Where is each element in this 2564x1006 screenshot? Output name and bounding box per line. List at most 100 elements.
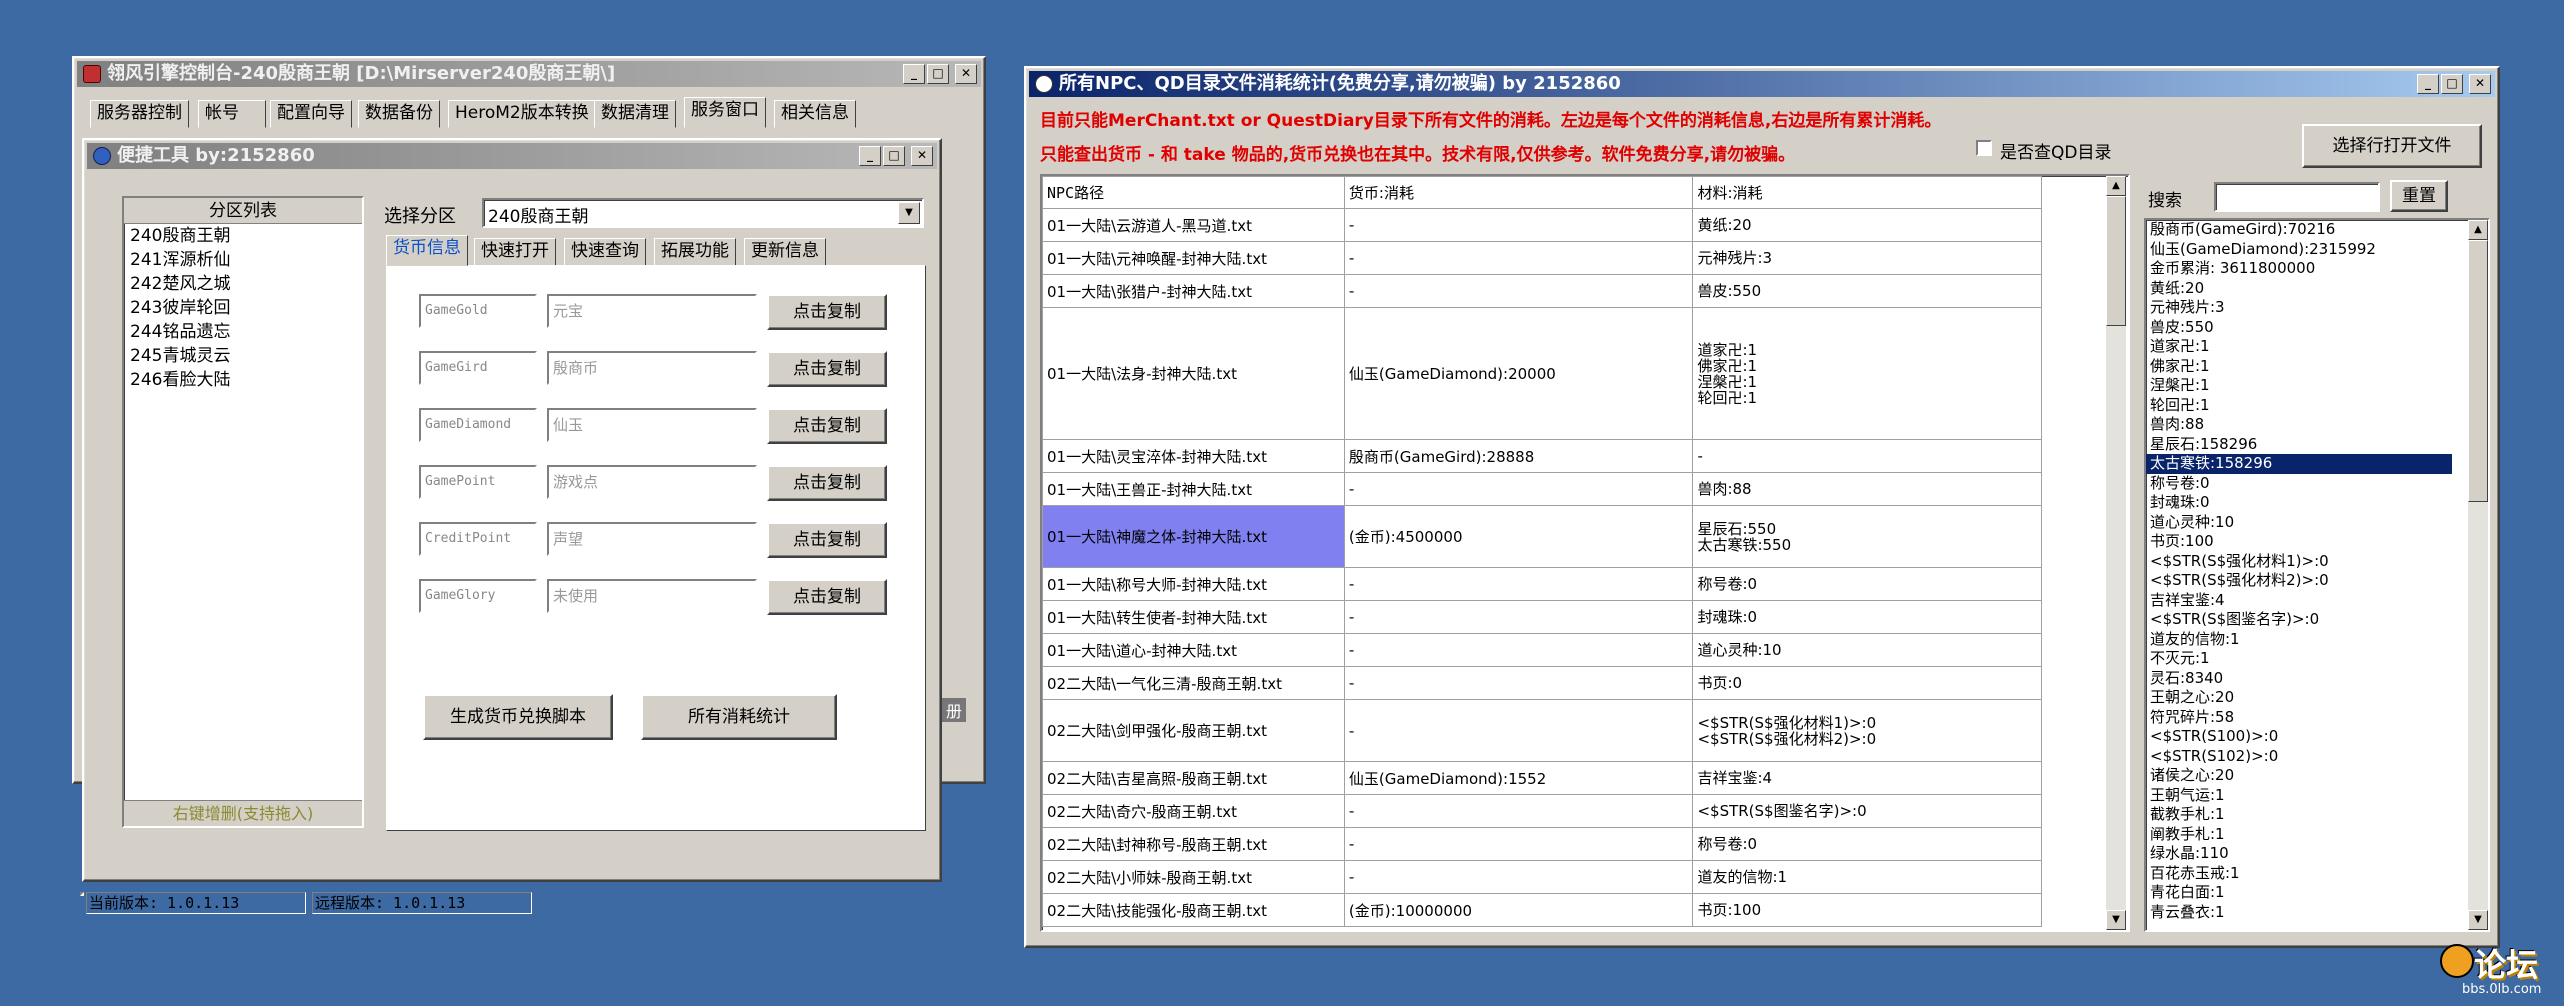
cell-currency[interactable]: (金币):10000000 bbox=[1343, 893, 1694, 927]
totals-item[interactable]: 称号卷:0 bbox=[2146, 474, 2452, 494]
totals-item[interactable]: 星辰石:158296 bbox=[2146, 435, 2452, 455]
tab-server-control[interactable]: 服务器控制 bbox=[90, 100, 189, 128]
stats-titlebar[interactable]: 所有NPC、QD目录文件消耗统计(免费分享,请勿被骗) by 2152860 _… bbox=[1029, 71, 2495, 97]
cell-currency[interactable]: - bbox=[1343, 600, 1694, 634]
copy-button[interactable]: 点击复制 bbox=[767, 579, 887, 615]
scroll-thumb[interactable] bbox=[2106, 196, 2126, 326]
cell-currency[interactable]: (金币):4500000 bbox=[1343, 505, 1694, 568]
totals-item[interactable]: <$STR(S$强化材料1)>:0 bbox=[2146, 552, 2452, 572]
currency-name-field[interactable]: 殷商币 bbox=[547, 351, 757, 385]
cell-material[interactable]: 星辰石:550 太古寒铁:550 bbox=[1692, 505, 2042, 568]
totals-item[interactable]: 百花赤玉戒:1 bbox=[2146, 864, 2452, 884]
cell-currency[interactable]: - bbox=[1343, 472, 1694, 506]
cell-material[interactable]: 兽皮:550 bbox=[1692, 274, 2042, 308]
cell-path[interactable]: 01一大陆\称号大师-封神大陆.txt bbox=[1042, 567, 1345, 601]
totals-item[interactable]: <$STR(S100)>:0 bbox=[2146, 727, 2452, 747]
maximize-icon[interactable]: □ bbox=[2441, 74, 2463, 94]
cell-path[interactable]: 01一大陆\云游道人-黑马道.txt bbox=[1042, 208, 1345, 242]
cell-currency[interactable]: - bbox=[1343, 241, 1694, 275]
partition-item[interactable]: 246看脸大陆 bbox=[124, 368, 362, 392]
table-row[interactable]: 01一大陆\转生使者-封神大陆.txt - 封魂珠:0 bbox=[1042, 600, 2042, 634]
currency-name-field[interactable]: 仙玉 bbox=[547, 408, 757, 442]
minimize-icon[interactable]: _ bbox=[2417, 74, 2439, 94]
totals-item[interactable]: 青花白面:1 bbox=[2146, 883, 2452, 903]
table-row[interactable]: 01一大陆\神魔之体-封神大陆.txt (金币):4500000 星辰石:550 太… bbox=[1042, 505, 2042, 568]
minimize-icon[interactable]: _ bbox=[903, 64, 925, 84]
partition-item[interactable]: 245青城灵云 bbox=[124, 344, 362, 368]
totals-item[interactable]: 殷商币(GameGird):70216 bbox=[2146, 220, 2452, 240]
cell-material[interactable]: 吉祥宝鉴:4 bbox=[1692, 761, 2042, 795]
totals-item[interactable]: 元神残片:3 bbox=[2146, 298, 2452, 318]
generate-script-button[interactable]: 生成货币兑换脚本 bbox=[423, 694, 613, 740]
currency-code-field[interactable]: GamePoint bbox=[419, 465, 537, 499]
cell-currency[interactable]: 仙玉(GameDiamond):20000 bbox=[1343, 307, 1694, 440]
totals-item[interactable]: 道心灵种:10 bbox=[2146, 513, 2452, 533]
table-row[interactable]: 02二大陆\封神称号-殷商王朝.txt - 称号卷:0 bbox=[1042, 827, 2042, 861]
totals-item[interactable]: 诸侯之心:20 bbox=[2146, 766, 2452, 786]
tab-quick-open[interactable]: 快速打开 bbox=[474, 238, 556, 266]
tab-account[interactable]: 帐号 bbox=[198, 100, 266, 128]
cell-material[interactable]: 兽肉:88 bbox=[1692, 472, 2042, 506]
totals-item[interactable]: 灵石:8340 bbox=[2146, 669, 2452, 689]
cell-material[interactable]: 元神残片:3 bbox=[1692, 241, 2042, 275]
open-selected-file-button[interactable]: 选择行打开文件 bbox=[2302, 124, 2482, 168]
tab-service-window[interactable]: 服务窗口 bbox=[684, 97, 766, 128]
cell-material[interactable]: 书页:0 bbox=[1692, 666, 2042, 700]
table-row[interactable]: 02二大陆\小师妹-殷商王朝.txt - 道友的信物:1 bbox=[1042, 860, 2042, 894]
cell-path[interactable]: 01一大陆\王兽正-封神大陆.txt bbox=[1042, 472, 1345, 506]
maximize-icon[interactable]: □ bbox=[927, 64, 949, 84]
chevron-down-icon[interactable]: ▼ bbox=[898, 202, 920, 224]
cell-path[interactable]: 02二大陆\剑甲强化-殷商王朝.txt bbox=[1042, 699, 1345, 762]
currency-name-field[interactable]: 未使用 bbox=[547, 579, 757, 613]
totals-item[interactable]: 阐教手札:1 bbox=[2146, 825, 2452, 845]
table-row[interactable]: 02二大陆\吉星高照-殷商王朝.txt 仙玉(GameDiamond):1552 吉… bbox=[1042, 761, 2042, 795]
totals-item[interactable]: 绿水晶:110 bbox=[2146, 844, 2452, 864]
qd-checkbox[interactable] bbox=[1976, 140, 1992, 156]
totals-item[interactable]: 道家卍:1 bbox=[2146, 337, 2452, 357]
totals-item[interactable]: 兽肉:88 bbox=[2146, 415, 2452, 435]
totals-item[interactable]: <$STR(S$图鉴名字)>:0 bbox=[2146, 610, 2452, 630]
scroll-down-icon[interactable]: ▼ bbox=[2106, 910, 2126, 930]
table-row[interactable]: 01一大陆\王兽正-封神大陆.txt - 兽肉:88 bbox=[1042, 472, 2042, 506]
totals-item[interactable]: 道友的信物:1 bbox=[2146, 630, 2452, 650]
partition-item[interactable]: 241浑源析仙 bbox=[124, 248, 362, 272]
totals-item[interactable]: 王朝气运:1 bbox=[2146, 786, 2452, 806]
cell-material[interactable]: - bbox=[1692, 439, 2042, 473]
totals-item[interactable]: 青云叠衣:1 bbox=[2146, 903, 2452, 923]
search-input[interactable] bbox=[2214, 182, 2380, 212]
close-icon[interactable]: ✕ bbox=[955, 64, 977, 84]
tab-config-wizard[interactable]: 配置向导 bbox=[270, 100, 352, 128]
tab-quick-query[interactable]: 快速查询 bbox=[564, 238, 646, 266]
cell-currency[interactable]: - bbox=[1343, 567, 1694, 601]
scroll-up-icon[interactable]: ▲ bbox=[2106, 176, 2126, 196]
col-header-material[interactable]: 材料:消耗 bbox=[1692, 176, 2042, 209]
table-row[interactable]: 01一大陆\元神唤醒-封神大陆.txt - 元神残片:3 bbox=[1042, 241, 2042, 275]
cell-currency[interactable]: 殷商币(GameGird):28888 bbox=[1343, 439, 1694, 473]
cell-material[interactable]: 书页:100 bbox=[1692, 893, 2042, 927]
cell-currency[interactable]: - bbox=[1343, 860, 1694, 894]
partition-item[interactable]: 244铭品遗忘 bbox=[124, 320, 362, 344]
totals-item[interactable]: 王朝之心:20 bbox=[2146, 688, 2452, 708]
totals-item[interactable]: 黄纸:20 bbox=[2146, 279, 2452, 299]
table-row[interactable]: 01一大陆\称号大师-封神大陆.txt - 称号卷:0 bbox=[1042, 567, 2042, 601]
totals-item[interactable]: 太古寒铁:158296 bbox=[2146, 454, 2452, 474]
cell-path[interactable]: 01一大陆\神魔之体-封神大陆.txt bbox=[1042, 505, 1345, 568]
table-row[interactable]: 02二大陆\一气化三清-殷商王朝.txt - 书页:0 bbox=[1042, 666, 2042, 700]
cell-currency[interactable]: - bbox=[1343, 208, 1694, 242]
cell-path[interactable]: 01一大陆\转生使者-封神大陆.txt bbox=[1042, 600, 1345, 634]
totals-item[interactable]: 轮回卍:1 bbox=[2146, 396, 2452, 416]
tab-update-info[interactable]: 更新信息 bbox=[744, 238, 826, 266]
totals-item[interactable]: 仙玉(GameDiamond):2315992 bbox=[2146, 240, 2452, 260]
cell-path[interactable]: 01一大陆\道心-封神大陆.txt bbox=[1042, 633, 1345, 667]
cell-currency[interactable]: 仙玉(GameDiamond):1552 bbox=[1343, 761, 1694, 795]
tab-data-backup[interactable]: 数据备份 bbox=[358, 100, 440, 128]
table-row[interactable]: 01一大陆\灵宝淬体-封神大陆.txt 殷商币(GameGird):28888- bbox=[1042, 439, 2042, 473]
copy-button[interactable]: 点击复制 bbox=[767, 408, 887, 444]
cell-path[interactable]: 02二大陆\技能强化-殷商王朝.txt bbox=[1042, 893, 1345, 927]
cell-path[interactable]: 02二大陆\一气化三清-殷商王朝.txt bbox=[1042, 666, 1345, 700]
table-row[interactable]: 01一大陆\云游道人-黑马道.txt - 黄纸:20 bbox=[1042, 208, 2042, 242]
currency-code-field[interactable]: GameGlory bbox=[419, 579, 537, 613]
cell-material[interactable]: 称号卷:0 bbox=[1692, 567, 2042, 601]
partition-list[interactable]: 分区列表 240殷商王朝 241浑源析仙 242楚风之城 243彼岸轮回 244铭品遗忘… bbox=[122, 196, 364, 828]
table-row[interactable]: 01一大陆\张猎户-封神大陆.txt - 兽皮:550 bbox=[1042, 274, 2042, 308]
